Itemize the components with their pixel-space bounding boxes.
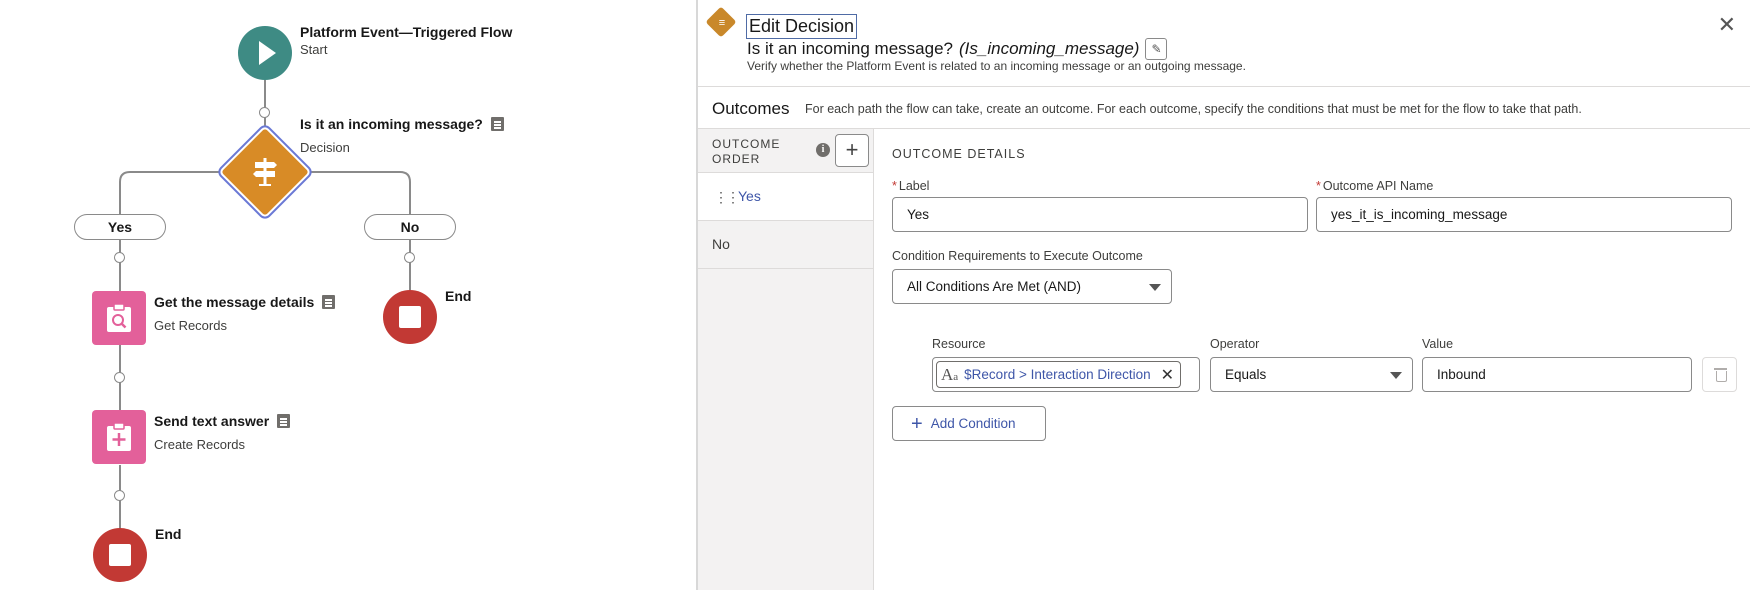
drag-handle-icon[interactable]: ⋮⋮ — [714, 189, 740, 206]
connector-dot[interactable] — [259, 107, 270, 118]
outcome-order-column: OUTCOME ORDER i + ⋮⋮ Yes No — [698, 129, 874, 590]
plus-icon: + — [911, 412, 923, 435]
decision-title-text: Is it an incoming message? — [300, 116, 483, 132]
description-icon[interactable] — [277, 414, 291, 428]
start-title-text: Platform Event—Triggered Flow — [300, 24, 513, 40]
outcomes-description: For each path the flow can take, create … — [805, 102, 1582, 116]
condition-requirements-select[interactable]: All Conditions Are Met (AND) — [892, 269, 1172, 304]
outcome-item-label: Yes — [738, 188, 761, 204]
api-name-field-label: * Outcome API Name — [1316, 179, 1434, 193]
text-type-icon: Aa — [941, 364, 959, 384]
connector-dot[interactable] — [114, 372, 125, 383]
create-records-title-text: Send text answer — [154, 413, 270, 429]
condition-requirements-value: All Conditions Are Met (AND) — [907, 279, 1082, 294]
api-name-input[interactable]: yes_it_is_incoming_message — [1316, 197, 1732, 232]
start-node-subtitle: Start — [300, 42, 328, 57]
outcomes-title: Outcomes — [712, 99, 790, 118]
chevron-down-icon — [1390, 372, 1402, 379]
connector-dot[interactable] — [114, 252, 125, 263]
end-node-label: End — [445, 288, 472, 304]
outcome-item-label: No — [712, 236, 730, 252]
decision-node-title: Is it an incoming message? — [300, 116, 504, 132]
remove-icon[interactable]: ✕ — [1161, 365, 1174, 385]
end-node-label: End — [155, 526, 182, 542]
outcome-order-label: OUTCOME ORDER — [712, 137, 781, 166]
close-icon[interactable]: ✕ — [1718, 12, 1736, 38]
outcome-order-header: OUTCOME ORDER i + — [698, 129, 873, 173]
get-records-subtitle: Get Records — [154, 318, 227, 333]
element-name: Is it an incoming message? (Is_incoming_… — [747, 38, 1168, 60]
start-node-title: Platform Event—Triggered Flow — [300, 24, 512, 40]
description-icon[interactable] — [490, 117, 504, 131]
decision-node-subtitle: Decision — [300, 140, 350, 155]
branch-no-label[interactable]: No — [364, 214, 456, 240]
add-outcome-button[interactable]: + — [835, 134, 869, 167]
outcome-item-no[interactable]: No — [698, 221, 873, 269]
info-icon[interactable]: i — [816, 143, 830, 157]
create-records-icon — [107, 422, 131, 451]
branch-yes-label[interactable]: Yes — [74, 214, 166, 240]
panel-title: Edit Decision — [746, 14, 858, 39]
value-input[interactable]: Inbound — [1422, 357, 1692, 392]
element-label: Is it an incoming message? — [747, 39, 953, 58]
start-node-icon[interactable] — [238, 26, 292, 80]
value-label: Value — [1422, 337, 1454, 351]
outcome-item-yes[interactable]: ⋮⋮ Yes — [698, 173, 873, 221]
delete-condition-icon[interactable] — [1702, 357, 1737, 392]
outcome-details-title: OUTCOME DETAILS — [892, 147, 1026, 161]
signpost-icon: ≡ — [718, 17, 726, 29]
create-records-title: Send text answer — [154, 413, 291, 429]
edit-decision-panel: ≡ Edit Decision Is it an incoming messag… — [696, 0, 1750, 590]
resource-value: $Record > Interaction Direction — [964, 367, 1151, 382]
operator-label: Operator — [1210, 337, 1260, 351]
label-field-label: * Label — [892, 179, 930, 193]
element-description: Verify whether the Platform Event is rel… — [747, 59, 1246, 73]
flow-canvas[interactable]: Platform Event—Triggered Flow Start Is i… — [0, 0, 696, 590]
resource-label: Resource — [932, 337, 986, 351]
connector-dot[interactable] — [114, 490, 125, 501]
condition-requirements-label: Condition Requirements to Execute Outcom… — [892, 249, 1143, 263]
operator-value: Equals — [1225, 367, 1267, 382]
add-condition-button[interactable]: + Add Condition — [892, 406, 1046, 441]
operator-select[interactable]: Equals — [1210, 357, 1413, 392]
signpost-icon — [253, 158, 277, 186]
end-node-icon[interactable] — [383, 290, 437, 344]
label-input[interactable]: Yes — [892, 197, 1308, 232]
add-condition-label: Add Condition — [930, 416, 1016, 431]
resource-field[interactable]: Aa $Record > Interaction Direction ✕ — [932, 357, 1200, 392]
get-records-title-text: Get the message details — [154, 294, 315, 310]
create-records-subtitle: Create Records — [154, 437, 246, 452]
element-api-name: (Is_incoming_message) — [959, 39, 1140, 58]
resource-pill[interactable]: Aa $Record > Interaction Direction ✕ — [936, 361, 1182, 388]
description-icon[interactable] — [322, 295, 336, 309]
outcomes-header: Outcomes For each path the flow can take… — [698, 86, 1750, 129]
get-records-title: Get the message details — [154, 294, 336, 310]
end-node-icon[interactable] — [93, 528, 147, 582]
chevron-down-icon — [1149, 284, 1161, 291]
connector-dot[interactable] — [404, 252, 415, 263]
edit-pencil-button[interactable]: ✎ — [1145, 38, 1168, 60]
search-records-icon — [107, 303, 131, 332]
